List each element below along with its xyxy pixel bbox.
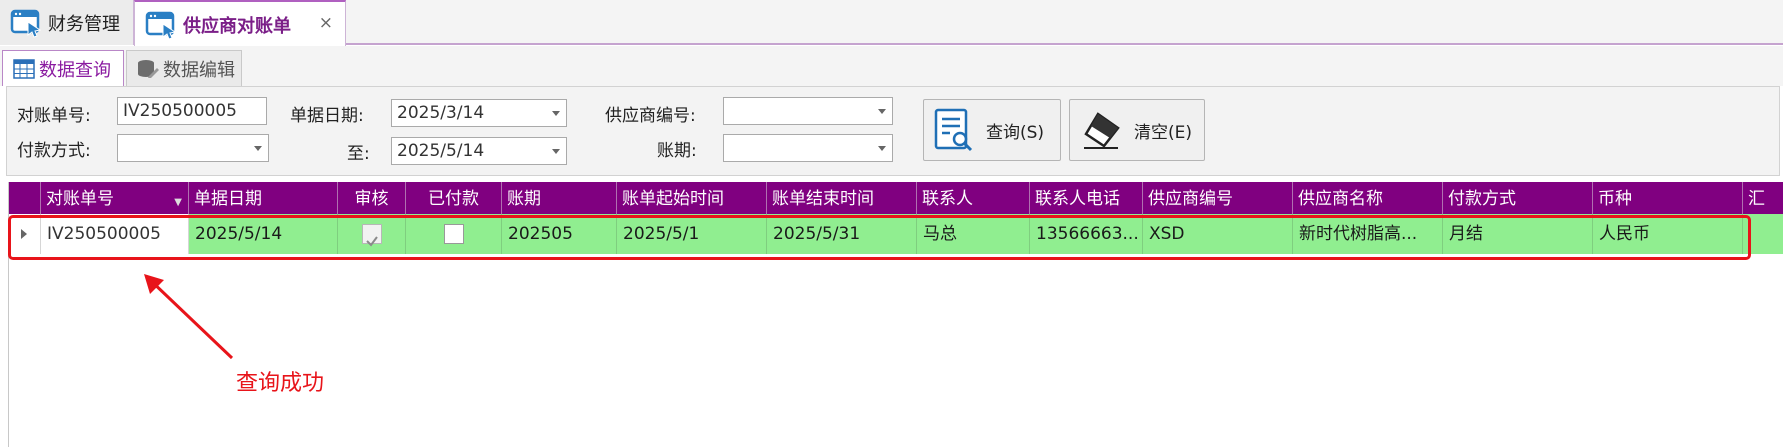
recon-no-label: 对账单号: — [17, 106, 91, 126]
filter-icon[interactable]: ▼ — [174, 186, 182, 214]
column-header[interactable]: 付款方式 — [1443, 182, 1593, 214]
window-cursor-icon — [145, 11, 177, 40]
chevron-down-icon — [878, 109, 886, 114]
column-header[interactable]: 对账单号 ▼ — [41, 182, 189, 214]
column-header[interactable]: 币种 — [1593, 182, 1743, 214]
highlight-box — [8, 215, 1751, 260]
payment-method-label: 付款方式: — [17, 141, 91, 161]
clear-button-label: 清空(E) — [1134, 122, 1193, 143]
sub-tab-bar: 数据查询 数据编辑 — [0, 46, 1783, 86]
database-edit-icon — [138, 59, 159, 78]
annotation-text: 查询成功 — [236, 371, 325, 396]
column-header[interactable]: 账单起始时间 — [617, 182, 767, 214]
column-header[interactable]: 账期 — [502, 182, 617, 214]
close-icon[interactable]: × — [319, 13, 333, 33]
search-button-label: 查询(S) — [986, 122, 1045, 143]
supplier-no-label: 供应商编号: — [605, 106, 696, 126]
column-header[interactable]: 汇 — [1743, 182, 1783, 214]
tab-supplier-statement[interactable]: 供应商对账单 × — [134, 0, 346, 47]
clear-button[interactable]: 清空(E) — [1069, 99, 1205, 161]
doc-date-from-picker[interactable]: 2025/3/14 — [391, 99, 567, 127]
tab-data-query[interactable]: 数据查询 — [2, 50, 124, 86]
period-select[interactable] — [723, 134, 893, 162]
tab-finance-management[interactable]: 财务管理 — [0, 0, 134, 45]
tab-data-edit[interactable]: 数据编辑 — [126, 50, 242, 86]
doc-date-label: 单据日期: — [290, 106, 364, 126]
chevron-down-icon — [878, 146, 886, 151]
column-header[interactable]: 单据日期 — [189, 182, 338, 214]
document-tab-bar: 财务管理 供应商对账单 × — [0, 0, 1783, 47]
grid-table-icon — [13, 58, 35, 79]
header-indicator — [9, 182, 41, 214]
tab-label: 供应商对账单 — [183, 15, 291, 37]
supplier-no-select[interactable] — [723, 97, 893, 125]
column-header[interactable]: 审核 — [338, 182, 406, 214]
sub-tab-label: 数据编辑 — [163, 59, 235, 81]
recon-no-input[interactable]: IV250500005 — [117, 97, 267, 125]
eraser-icon — [1084, 112, 1120, 149]
search-document-icon — [934, 108, 973, 152]
column-header[interactable]: 已付款 — [406, 182, 502, 214]
search-button[interactable]: 查询(S) — [923, 99, 1061, 161]
column-header[interactable]: 供应商编号 — [1143, 182, 1293, 214]
column-header-label: 对账单号 — [46, 189, 114, 209]
doc-date-from-value: 2025/3/14 — [397, 103, 485, 123]
chevron-down-icon — [552, 111, 560, 116]
column-header[interactable]: 联系人 — [917, 182, 1030, 214]
tab-label: 财务管理 — [48, 13, 120, 35]
doc-date-to-value: 2025/5/14 — [397, 141, 485, 161]
column-header[interactable]: 联系人电话 — [1030, 182, 1143, 214]
doc-date-to-picker[interactable]: 2025/5/14 — [391, 137, 567, 165]
query-panel: 对账单号: IV250500005 付款方式: 单据日期: 2025/3/14 … — [6, 86, 1780, 176]
column-header[interactable]: 供应商名称 — [1293, 182, 1443, 214]
to-label: 至: — [347, 144, 370, 164]
period-label: 账期: — [657, 141, 697, 161]
window-cursor-icon — [10, 9, 42, 38]
payment-method-select[interactable] — [117, 134, 269, 162]
chevron-down-icon — [552, 149, 560, 154]
column-header[interactable]: 账单结束时间 — [767, 182, 917, 214]
sub-tab-label: 数据查询 — [39, 59, 111, 81]
arrow-icon — [144, 274, 234, 360]
chevron-down-icon — [254, 146, 262, 151]
grid-header: 对账单号 ▼ 单据日期 审核 已付款 账期 账单起始时间 账单结束时间 联系人 联… — [9, 182, 1783, 214]
